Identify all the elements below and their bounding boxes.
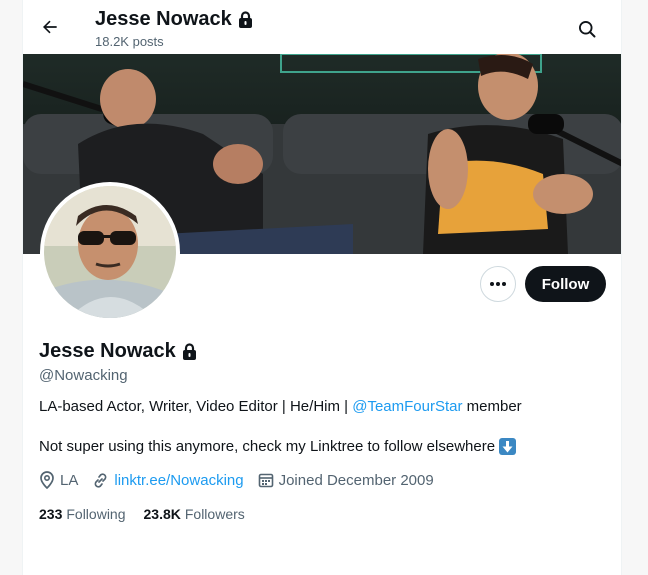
profile-meta: LA linktr.ee/Nowacking Joined December 2… xyxy=(39,471,448,489)
avatar-image xyxy=(44,186,176,318)
calendar-icon xyxy=(258,473,273,488)
back-button[interactable] xyxy=(35,12,65,42)
location-item: LA xyxy=(39,471,78,489)
profile-bio: LA-based Actor, Writer, Video Editor | H… xyxy=(39,398,522,415)
bio-text-suffix: member xyxy=(466,398,522,415)
profile-header-bar: Jesse Nowack 18.2K posts xyxy=(23,0,621,54)
followers-count: 23.8K xyxy=(143,506,181,522)
lock-icon xyxy=(182,343,196,360)
follow-button[interactable]: Follow xyxy=(525,266,606,302)
avatar[interactable] xyxy=(40,182,180,322)
bio-mention-link[interactable]: @TeamFourStar xyxy=(352,398,462,415)
profile-handle: @Nowacking xyxy=(39,367,128,384)
following-count: 233 xyxy=(39,506,63,522)
following-stat[interactable]: 233 Following xyxy=(39,506,126,522)
more-button[interactable] xyxy=(480,266,516,302)
joined-item: Joined December 2009 xyxy=(258,472,434,489)
followers-label: Followers xyxy=(184,506,245,522)
website-link[interactable]: linktr.ee/Nowacking xyxy=(114,472,243,489)
posts-count: 18.2K posts xyxy=(95,34,164,49)
arrow-left-icon xyxy=(43,20,57,34)
search-icon xyxy=(579,21,596,38)
profile-bio-line2: Not super using this anymore, check my L… xyxy=(39,438,517,455)
location-text: LA xyxy=(60,471,79,489)
search-button[interactable] xyxy=(572,14,602,44)
profile-page: Jesse Nowack 18.2K posts Follow Jesse No… xyxy=(22,0,622,575)
followers-stat[interactable]: 23.8K Followers xyxy=(144,506,245,522)
header-title-row: Jesse Nowack xyxy=(95,8,253,31)
website-item: linktr.ee/Nowacking xyxy=(92,472,244,489)
profile-stats: 233 Following 23.8K Followers xyxy=(39,506,245,522)
link-icon xyxy=(94,472,107,488)
bio-line2-text: Not super using this anymore, check my L… xyxy=(39,438,496,455)
bio-text: LA-based Actor, Writer, Video Editor | H… xyxy=(39,398,349,415)
profile-name: Jesse Nowack xyxy=(39,340,176,362)
joined-text: Joined December 2009 xyxy=(278,471,434,489)
following-label: Following xyxy=(66,506,126,522)
location-pin-icon xyxy=(40,471,54,489)
profile-name-row: Jesse Nowack xyxy=(39,340,197,363)
header-title: Jesse Nowack xyxy=(95,8,232,30)
more-icon xyxy=(490,282,506,286)
lock-icon xyxy=(238,11,252,28)
down-arrow-emoji-icon xyxy=(499,438,517,455)
